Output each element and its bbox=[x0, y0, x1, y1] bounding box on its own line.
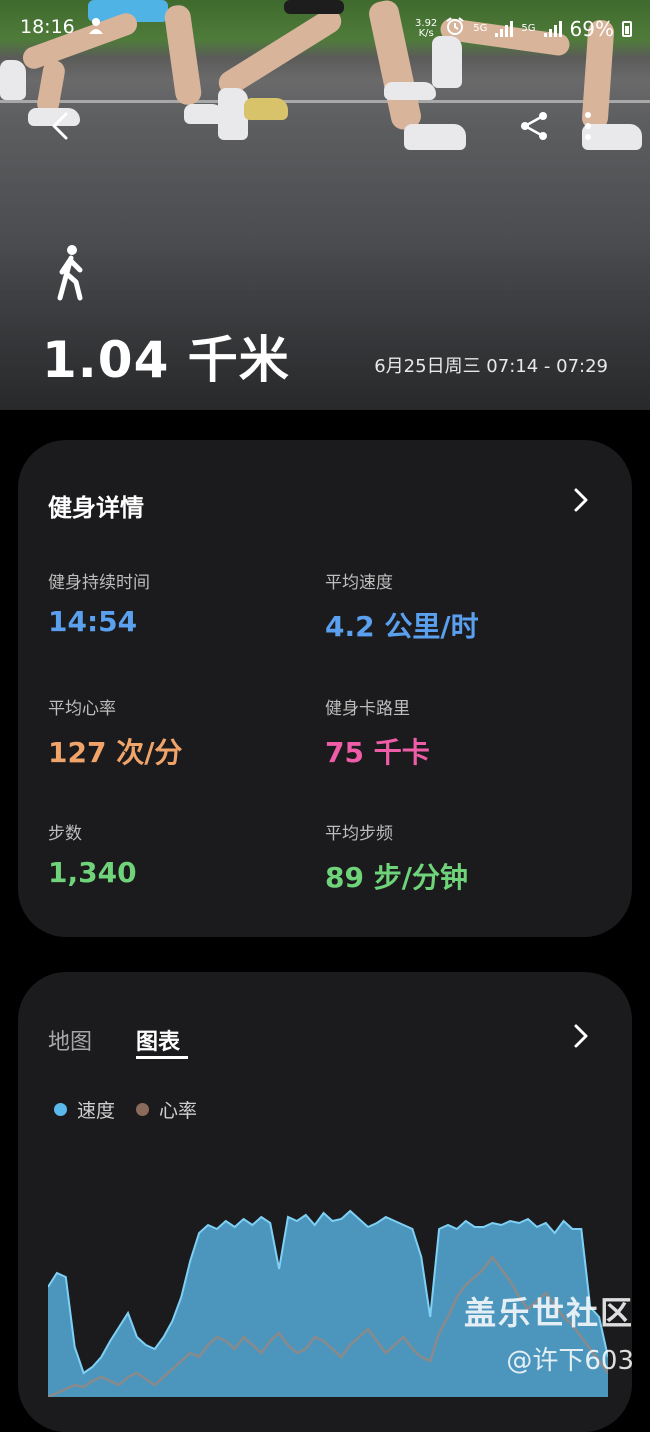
stat-duration: 健身持续时间 14:54 bbox=[48, 568, 328, 638]
network-speed-unit: K/s bbox=[418, 27, 434, 39]
chevron-right-icon[interactable] bbox=[571, 486, 591, 514]
hero-photo: 18:16 3.92 K/s 5G 5G 69% 1.04 千米 6月25日周三… bbox=[0, 0, 650, 410]
more-vertical-icon[interactable] bbox=[574, 108, 602, 144]
stat-value: 4.2 公里/时 bbox=[325, 610, 479, 643]
battery-icon bbox=[622, 20, 632, 37]
stat-calories: 健身卡路里 75 千卡 bbox=[325, 694, 605, 771]
road-line bbox=[0, 100, 650, 103]
legend-dot-speed bbox=[54, 1103, 67, 1116]
status-time: 18:16 bbox=[20, 16, 75, 38]
watermark-author: @许下603 bbox=[506, 1346, 634, 1376]
walking-person-icon bbox=[52, 244, 92, 302]
runner-shoe bbox=[404, 124, 466, 150]
stat-label: 平均心率 bbox=[48, 699, 116, 719]
signal-icon bbox=[495, 20, 514, 37]
network-speed-value: 3.92 bbox=[415, 17, 438, 29]
tab-selected-indicator bbox=[136, 1056, 188, 1059]
stat-value: 127 次/分 bbox=[48, 736, 183, 769]
distance-value: 1.04 千米 bbox=[42, 331, 290, 389]
details-title: 健身详情 bbox=[48, 494, 144, 522]
runner-shoe bbox=[0, 60, 26, 100]
stat-steps: 步数 1,340 bbox=[48, 819, 328, 889]
runner-shoe bbox=[384, 82, 436, 100]
workout-details-card[interactable]: 健身详情 健身持续时间 14:54 平均速度 4.2 公里/时 平均心率 127… bbox=[18, 440, 632, 937]
status-bar: 18:16 3.92 K/s 5G 5G 69% bbox=[0, 14, 650, 44]
stat-avg-heart-rate: 平均心率 127 次/分 bbox=[48, 694, 328, 771]
battery-percent: 69% bbox=[569, 16, 614, 41]
chevron-right-icon[interactable] bbox=[571, 1022, 591, 1050]
stat-label: 健身持续时间 bbox=[48, 573, 150, 593]
stat-label: 健身卡路里 bbox=[325, 699, 410, 719]
notification-icon bbox=[86, 16, 106, 41]
stat-value: 89 步/分钟 bbox=[325, 861, 468, 894]
legend-label: 速度 bbox=[77, 1100, 116, 1122]
legend-dot-heart-rate bbox=[136, 1103, 149, 1116]
stat-label: 平均步频 bbox=[325, 824, 393, 844]
status-right: 3.92 K/s 5G 5G 69% bbox=[415, 16, 632, 41]
stat-label: 平均速度 bbox=[325, 573, 393, 593]
watermark-title: 盖乐世社区 bbox=[463, 1294, 634, 1332]
runner-shoe bbox=[244, 98, 288, 120]
back-arrow-icon[interactable] bbox=[44, 108, 80, 144]
watermark: 盖乐世社区 @许下603 bbox=[464, 1288, 634, 1377]
sim2-label: 5G bbox=[521, 23, 536, 34]
share-icon[interactable] bbox=[516, 108, 552, 144]
stat-cadence: 平均步频 89 步/分钟 bbox=[325, 819, 605, 896]
network-speed: 3.92 K/s bbox=[415, 17, 438, 39]
tab-chart[interactable]: 图表 bbox=[136, 1024, 180, 1056]
tab-map[interactable]: 地图 bbox=[48, 1024, 92, 1056]
stat-value: 14:54 bbox=[48, 605, 138, 638]
legend-heart-rate: 心率 bbox=[136, 1096, 197, 1123]
legend-label: 心率 bbox=[159, 1100, 198, 1122]
stat-label: 步数 bbox=[48, 824, 82, 844]
stat-value: 1,340 bbox=[48, 856, 137, 889]
workout-datetime: 6月25日周三 07:14 - 07:29 bbox=[374, 356, 608, 377]
stat-avg-speed: 平均速度 4.2 公里/时 bbox=[325, 568, 605, 645]
stat-value: 75 千卡 bbox=[325, 736, 430, 769]
sim1-label: 5G bbox=[473, 23, 488, 34]
runner-shorts bbox=[284, 0, 344, 14]
alarm-icon bbox=[445, 16, 465, 41]
legend-speed: 速度 bbox=[54, 1096, 115, 1123]
signal-icon bbox=[543, 20, 562, 37]
